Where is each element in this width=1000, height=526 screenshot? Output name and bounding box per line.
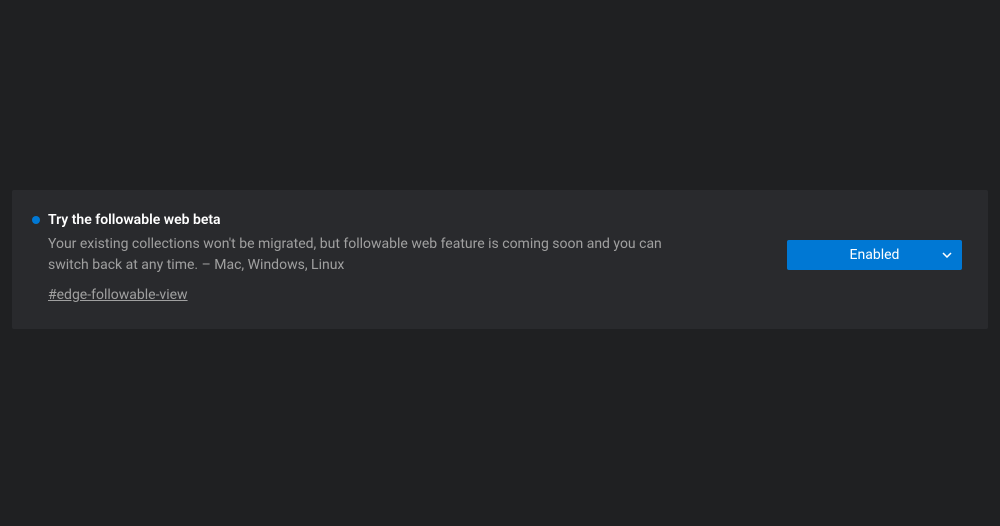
flag-control: Enabled	[787, 212, 968, 270]
flag-card: Try the followable web beta Your existin…	[12, 190, 988, 329]
flag-content: Try the followable web beta Your existin…	[32, 212, 732, 303]
flag-title: Try the followable web beta	[48, 212, 221, 228]
flag-title-row: Try the followable web beta	[32, 212, 732, 228]
flag-description: Your existing collections won't be migra…	[48, 234, 698, 276]
dropdown-label: Enabled	[850, 247, 900, 263]
flag-anchor-link[interactable]: #edge-followable-view	[48, 287, 188, 303]
chevron-down-icon	[942, 250, 952, 260]
indicator-dot-icon	[32, 216, 40, 224]
enabled-dropdown[interactable]: Enabled	[787, 240, 962, 270]
